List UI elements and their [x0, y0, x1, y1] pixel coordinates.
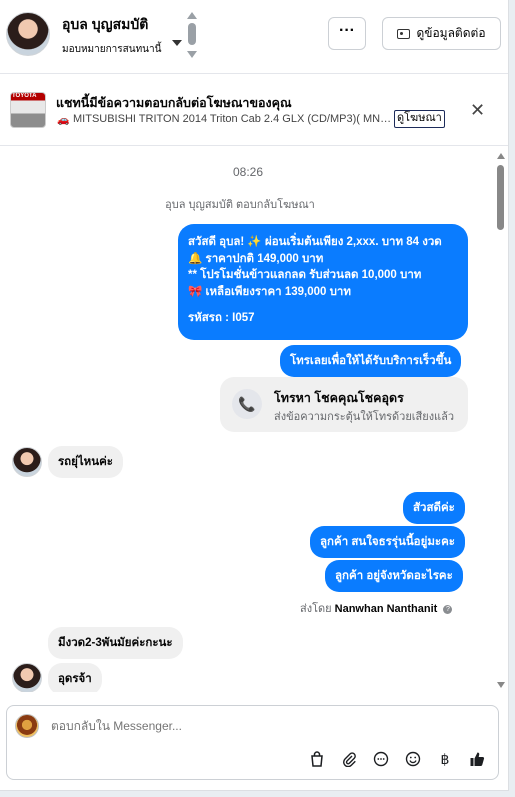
thumbs-up-icon[interactable]	[468, 750, 486, 768]
message-list[interactable]: 08:26 อุบล บุญสมบัติ ตอบกลับโฆษณา สวัสดี…	[0, 147, 508, 692]
emoji-icon[interactable]	[404, 750, 422, 768]
contact-name: อุบล บุญสมบัติ	[62, 16, 149, 32]
assign-conversation-label[interactable]: มอบหมายการสนทนานี้	[62, 42, 161, 57]
bag-icon[interactable]	[308, 750, 326, 768]
conversation-header: อุบล บุญสมบัติ มอบหมายการสนทนานี้ ··· ดู…	[0, 0, 508, 74]
messenger-panel: อุบล บุญสมบัติ มอบหมายการสนทนานี้ ··· ดู…	[0, 0, 509, 791]
scroll-down-icon[interactable]	[187, 51, 197, 58]
phone-icon: 📞	[232, 389, 262, 419]
contact-avatar-small	[12, 663, 42, 692]
incoming-message: รถยุ่ไหนค่ะ	[48, 446, 123, 478]
quick-reply-bubble: โทรเลยเพื่อให้ได้รับบริการเร็วขึ้น	[280, 345, 462, 377]
call-card-subtitle: ส่งข้อความกระตุ้นให้โทรด้วยเสียงแล้ว	[274, 411, 455, 423]
composer-toolbar: ฿	[308, 750, 486, 768]
header-scrollbar[interactable]	[187, 12, 197, 58]
contact-card-icon	[397, 28, 411, 39]
outgoing-message: ลูกค้า อยู่จังหวัดอะไรคะ	[325, 560, 463, 592]
message-composer: ฿	[6, 705, 499, 780]
scroll-up-icon[interactable]	[187, 12, 197, 19]
outgoing-message: สัวสดีค่ะ	[403, 492, 465, 524]
ad-message-line: สวัสดี อุบล! ✨ ผ่อนเริ่มต้นเพียง 2,xxx. …	[188, 236, 442, 248]
ad-message-line: 🎀 เหลือเพียงราคา 139,000 บาท	[188, 285, 351, 298]
paperclip-icon[interactable]	[340, 750, 358, 768]
message-scrollbar[interactable]	[496, 153, 506, 688]
ad-banner-title: แชทนี้มีข้อความตอบกลับต่อโฆษณาของคุณ	[56, 96, 292, 110]
car-icon: 🚗	[57, 115, 70, 126]
ad-message-line: 🔔 ราคาปกติ 149,000 บาท	[188, 252, 324, 265]
more-options-button[interactable]: ···	[328, 17, 366, 50]
ad-message-gap	[188, 300, 458, 310]
ad-message-bubble: สวัสดี อุบล! ✨ ผ่อนเริ่มต้นเพียง 2,xxx. …	[178, 224, 468, 340]
outgoing-message: ลูกค้า สนใจธรรุ่นนี้อยู่มะคะ	[310, 526, 465, 558]
call-card-title: โทรหา โชคคุณโชคอุดร	[274, 391, 404, 405]
view-ad-link[interactable]: ดูโฆษณา	[394, 110, 445, 128]
scroll-down-icon[interactable]	[497, 682, 505, 688]
ad-reply-banner: TOYOTA แชทนี้มีข้อความตอบกลับต่อโฆษณาของ…	[0, 75, 508, 146]
contact-avatar-small	[12, 447, 42, 477]
contact-avatar[interactable]	[6, 12, 50, 56]
call-card[interactable]: 📞 โทรหา โชคคุณโชคอุดร ส่งข้อความกระตุ้นใ…	[220, 377, 468, 432]
close-icon[interactable]: ✕	[470, 100, 485, 121]
scroll-thumb[interactable]	[188, 23, 196, 45]
scroll-thumb[interactable]	[497, 165, 504, 230]
chevron-down-icon[interactable]	[172, 40, 182, 46]
sent-by-name: Nanwhan Nanthanit	[334, 603, 438, 615]
info-icon[interactable]: ?	[443, 604, 453, 614]
incoming-message: มีงวด2-3พันมัยค่ะกะนะ	[48, 627, 183, 659]
timestamp: 08:26	[232, 165, 264, 179]
ad-thumbnail-logo: TOYOTA	[12, 93, 37, 99]
baht-icon[interactable]: ฿	[436, 750, 454, 768]
reply-input[interactable]	[51, 719, 471, 733]
view-contact-label: ดูข้อมูลติดต่อ	[416, 26, 486, 40]
chat-bubble-icon[interactable]	[372, 750, 390, 768]
ad-message-line: รหัสรถ : I057	[188, 312, 255, 324]
ad-message-line: ** โปรโมชั่นข้าวแลกลด รับส่วนลด 10,000 บ…	[188, 269, 422, 281]
ad-description: MITSUBISHI TRITON 2014 Triton Cab 2.4 GL…	[73, 113, 393, 125]
scroll-up-icon[interactable]	[497, 153, 505, 159]
incoming-message: อุดรจ้า	[48, 663, 102, 692]
sent-by-prefix: ส่งโดย	[300, 603, 332, 615]
view-contact-button[interactable]: ดูข้อมูลติดต่อ	[382, 17, 501, 50]
page-avatar	[15, 714, 39, 738]
system-note: อุบล บุญสมบัติ ตอบกลับโฆษณา	[165, 199, 315, 211]
ad-thumbnail: TOYOTA	[10, 92, 46, 128]
sent-by-label: ส่งโดย Nanwhan Nanthanit ?	[300, 599, 453, 617]
